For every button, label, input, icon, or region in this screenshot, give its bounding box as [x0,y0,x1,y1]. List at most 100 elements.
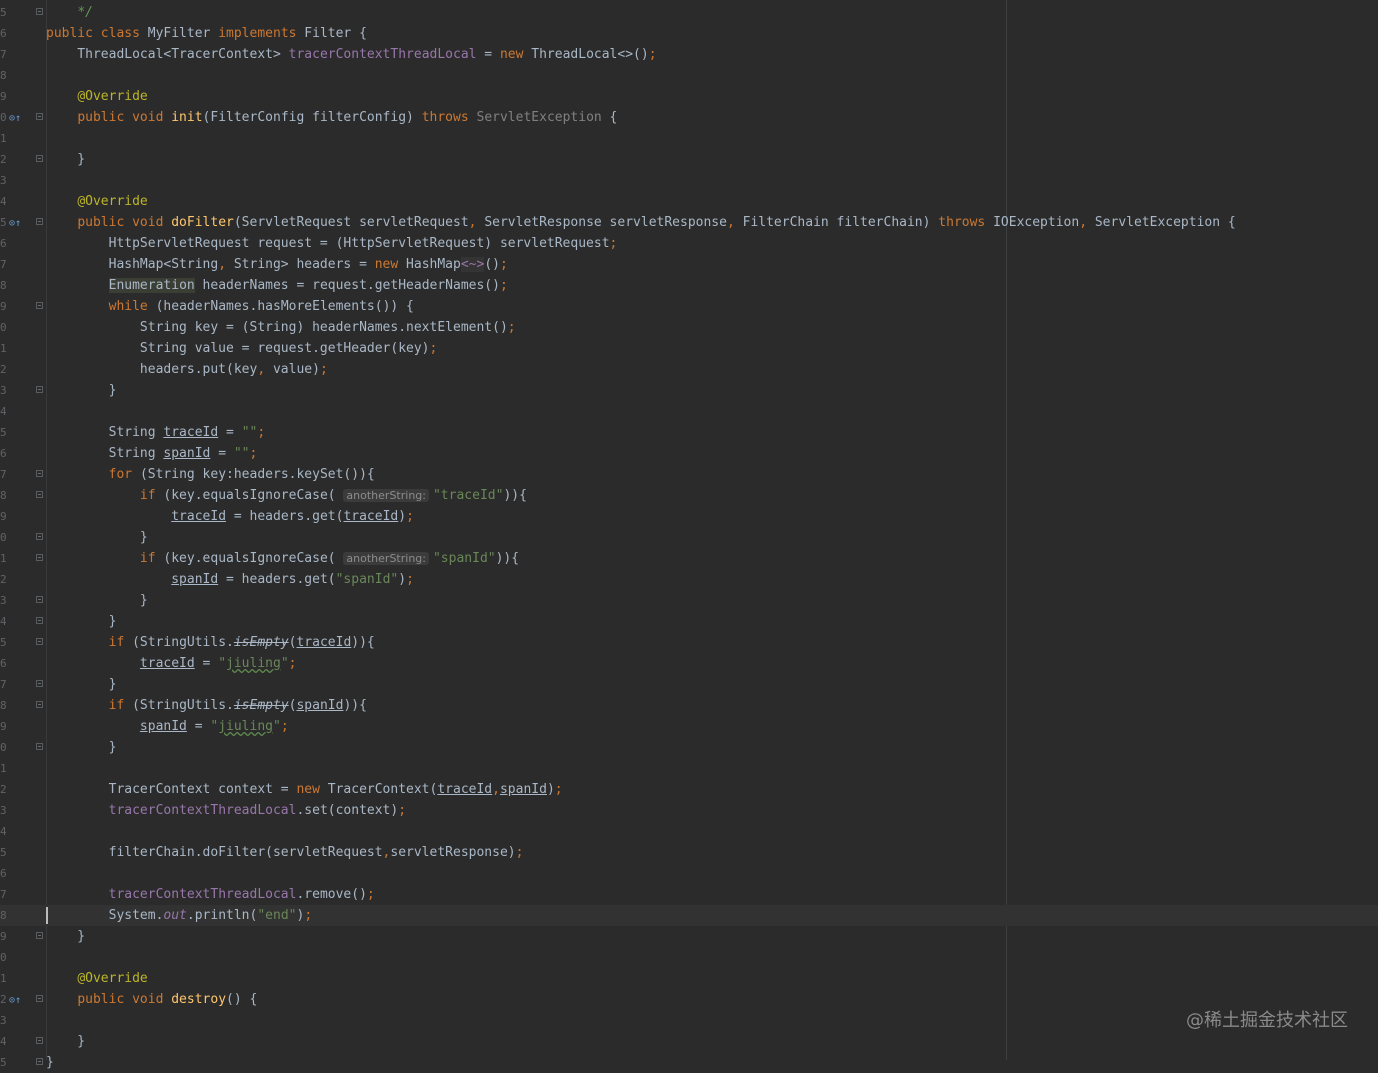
code-line[interactable]: 7 ThreadLocal<TracerContext> tracerConte… [0,44,1378,65]
code-editor[interactable]: 5 */ 6 public class MyFilter implements Fi… [0,0,1378,1070]
code-text[interactable]: for (String key:headers.keySet()){ [46,464,375,485]
code-text[interactable]: public class MyFilter implements Filter … [46,23,367,44]
code-text[interactable]: } [46,674,117,695]
code-text[interactable]: String value = request.getHeader(key); [46,338,437,359]
code-line[interactable]: 0 [0,947,1378,968]
code-line[interactable]: 5 */ [0,2,1378,23]
code-text[interactable]: spanId = "jiuling"; [46,716,289,737]
code-text[interactable]: headers.put(key, value); [46,359,328,380]
code-text[interactable]: public void destroy() { [46,989,257,1010]
code-text[interactable]: traceId = headers.get(traceId); [46,506,414,527]
fold-toggle-icon[interactable] [36,218,43,225]
code-text[interactable]: filterChain.doFilter(servletRequest,serv… [46,842,524,863]
code-line[interactable]: 0 } [0,527,1378,548]
code-line[interactable]: 4 @Override [0,191,1378,212]
code-text[interactable]: tracerContextThreadLocal.set(context); [46,800,406,821]
code-line[interactable]: 7 for (String key:headers.keySet()){ [0,464,1378,485]
code-line[interactable]: 1 [0,758,1378,779]
code-text[interactable]: if (key.equalsIgnoreCase( anotherString:… [46,548,519,569]
fold-toggle-icon[interactable] [36,596,43,603]
code-line[interactable]: 1 [0,128,1378,149]
code-line[interactable]: 8 System.out.println("end"); [0,905,1378,926]
code-text[interactable]: traceId = "jiuling"; [46,653,297,674]
code-line[interactable]: 9 while (headerNames.hasMoreElements()) … [0,296,1378,317]
code-line[interactable]: 6 [0,863,1378,884]
code-line[interactable]: 4 [0,821,1378,842]
code-line[interactable]: 6 public class MyFilter implements Filter… [0,23,1378,44]
code-text[interactable]: } [46,926,85,947]
override-marker-icon[interactable]: ⊙↑ [9,213,21,234]
fold-toggle-icon[interactable] [36,680,43,687]
code-text[interactable]: if (StringUtils.isEmpty(traceId)){ [46,632,375,653]
code-line[interactable]: 8 Enumeration headerNames = request.getH… [0,275,1378,296]
code-line[interactable]: 3 } [0,380,1378,401]
fold-toggle-icon[interactable] [36,533,43,540]
code-line[interactable]: 2 TracerContext context = new TracerCont… [0,779,1378,800]
code-line[interactable]: 5 String traceId = ""; [0,422,1378,443]
code-text[interactable]: String spanId = ""; [46,443,258,464]
code-line[interactable]: 0 } [0,737,1378,758]
code-line[interactable]: 2 ⊙↑ public void destroy() { [0,989,1378,1010]
fold-toggle-icon[interactable] [36,302,43,309]
code-text[interactable]: @Override [46,191,147,212]
code-line[interactable]: 3 tracerContextThreadLocal.set(context); [0,800,1378,821]
code-text[interactable]: while (headerNames.hasMoreElements()) { [46,296,414,317]
code-text[interactable]: if (key.equalsIgnoreCase( anotherString:… [46,485,527,506]
code-line[interactable]: 2 headers.put(key, value); [0,359,1378,380]
override-marker-icon[interactable]: ⊙↑ [9,108,21,129]
fold-toggle-icon[interactable] [36,155,43,162]
fold-toggle-icon[interactable] [36,617,43,624]
code-text[interactable]: } [46,737,117,758]
code-line[interactable]: 4 } [0,611,1378,632]
code-text[interactable]: spanId = headers.get("spanId"); [46,569,414,590]
code-line[interactable]: 5 if (StringUtils.isEmpty(traceId)){ [0,632,1378,653]
code-text[interactable]: public void doFilter(ServletRequest serv… [46,212,1235,233]
code-line[interactable]: 0 String key = (String) headerNames.next… [0,317,1378,338]
code-line[interactable]: 5 filterChain.doFilter(servletRequest,se… [0,842,1378,863]
code-line[interactable]: 5} [0,1052,1378,1073]
code-line[interactable]: 1 String value = request.getHeader(key); [0,338,1378,359]
code-text[interactable]: } [46,590,148,611]
fold-toggle-icon[interactable] [36,8,43,15]
code-line[interactable]: 2 } [0,149,1378,170]
code-line[interactable]: 4 } [0,1031,1378,1052]
fold-toggle-icon[interactable] [36,701,43,708]
fold-toggle-icon[interactable] [36,932,43,939]
code-text[interactable]: ThreadLocal<TracerContext> tracerContext… [46,44,656,65]
code-text[interactable]: } [46,1031,85,1052]
code-line[interactable]: 8 [0,65,1378,86]
code-text[interactable]: } [46,1052,54,1073]
code-text[interactable]: @Override [46,86,147,107]
code-line[interactable]: 3 [0,1010,1378,1031]
fold-toggle-icon[interactable] [36,743,43,750]
code-line[interactable]: 1 if (key.equalsIgnoreCase( anotherStrin… [0,548,1378,569]
fold-toggle-icon[interactable] [36,470,43,477]
code-text[interactable]: tracerContextThreadLocal.remove(); [46,884,375,905]
code-line[interactable]: 6 HttpServletRequest request = (HttpServ… [0,233,1378,254]
fold-toggle-icon[interactable] [36,995,43,1002]
code-text[interactable]: Enumeration headerNames = request.getHea… [46,275,508,296]
code-line[interactable]: 9 spanId = "jiuling"; [0,716,1378,737]
override-marker-icon[interactable]: ⊙↑ [9,990,21,1011]
code-line[interactable]: 7 } [0,674,1378,695]
fold-toggle-icon[interactable] [36,491,43,498]
code-lines[interactable]: 5 */ 6 public class MyFilter implements Fi… [0,2,1378,1073]
code-line[interactable]: 9 @Override [0,86,1378,107]
fold-toggle-icon[interactable] [36,386,43,393]
code-line[interactable]: 9 } [0,926,1378,947]
code-line[interactable]: 8 if (key.equalsIgnoreCase( anotherStrin… [0,485,1378,506]
code-line[interactable]: 7 HashMap<String, String> headers = new … [0,254,1378,275]
code-line[interactable]: 9 traceId = headers.get(traceId); [0,506,1378,527]
code-line[interactable]: 6 traceId = "jiuling"; [0,653,1378,674]
code-line[interactable]: 4 [0,401,1378,422]
fold-toggle-icon[interactable] [36,554,43,561]
code-text[interactable]: */ [46,2,93,23]
code-text[interactable]: } [46,527,148,548]
fold-toggle-icon[interactable] [36,1037,43,1044]
fold-toggle-icon[interactable] [36,638,43,645]
code-text[interactable]: HashMap<String, String> headers = new Ha… [46,254,508,275]
code-text[interactable]: } [46,611,117,632]
code-line[interactable]: 2 spanId = headers.get("spanId"); [0,569,1378,590]
code-text[interactable]: } [46,149,85,170]
code-line[interactable]: 7 tracerContextThreadLocal.remove(); [0,884,1378,905]
